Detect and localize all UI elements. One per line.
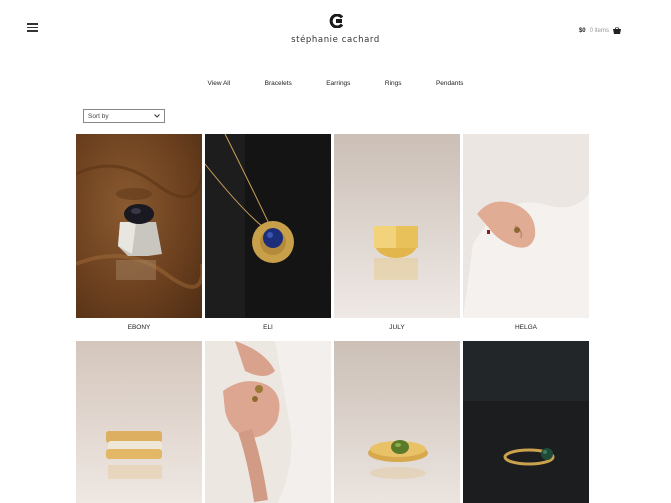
product-image <box>334 134 460 318</box>
sort-label: Sort by <box>88 112 109 120</box>
product-card[interactable] <box>334 341 460 503</box>
category-nav: View All Bracelets Earrings Rings Pendan… <box>0 72 671 90</box>
product-image <box>205 341 331 503</box>
product-image <box>76 134 202 318</box>
brand-name: stéphanie cachard <box>291 35 380 45</box>
nav-pendants[interactable]: Pendants <box>436 80 463 87</box>
product-image <box>76 341 202 503</box>
product-image <box>463 341 589 503</box>
product-card[interactable] <box>76 341 202 503</box>
product-image <box>205 134 331 318</box>
nav-view-all[interactable]: View All <box>208 80 231 87</box>
product-card[interactable] <box>205 341 331 503</box>
product-card[interactable]: JULY <box>334 134 460 331</box>
cart-summary[interactable]: $0 0 items <box>579 27 621 34</box>
product-image <box>334 341 460 503</box>
product-name: EBONY <box>127 324 151 331</box>
cart-price: $0 <box>578 27 586 34</box>
sort-select[interactable]: Sort by <box>83 109 165 123</box>
product-card[interactable]: EBONY <box>76 134 202 331</box>
product-name: JULY <box>389 324 405 331</box>
logo-mark-icon <box>329 14 343 28</box>
product-card[interactable] <box>463 341 589 503</box>
product-card[interactable]: HELGA <box>463 134 589 331</box>
nav-rings[interactable]: Rings <box>385 80 402 87</box>
product-name: HELGA <box>514 324 538 331</box>
cart-count: 0 items <box>589 27 609 34</box>
basket-icon <box>613 27 621 34</box>
brand-logo[interactable]: stéphanie cachard <box>0 14 671 45</box>
product-name: ELI <box>263 324 273 331</box>
nav-bracelets[interactable]: Bracelets <box>265 80 292 87</box>
product-image <box>463 134 589 318</box>
chevron-down-icon <box>154 114 160 118</box>
nav-earrings[interactable]: Earrings <box>326 80 350 87</box>
product-card[interactable]: ELI <box>205 134 331 331</box>
